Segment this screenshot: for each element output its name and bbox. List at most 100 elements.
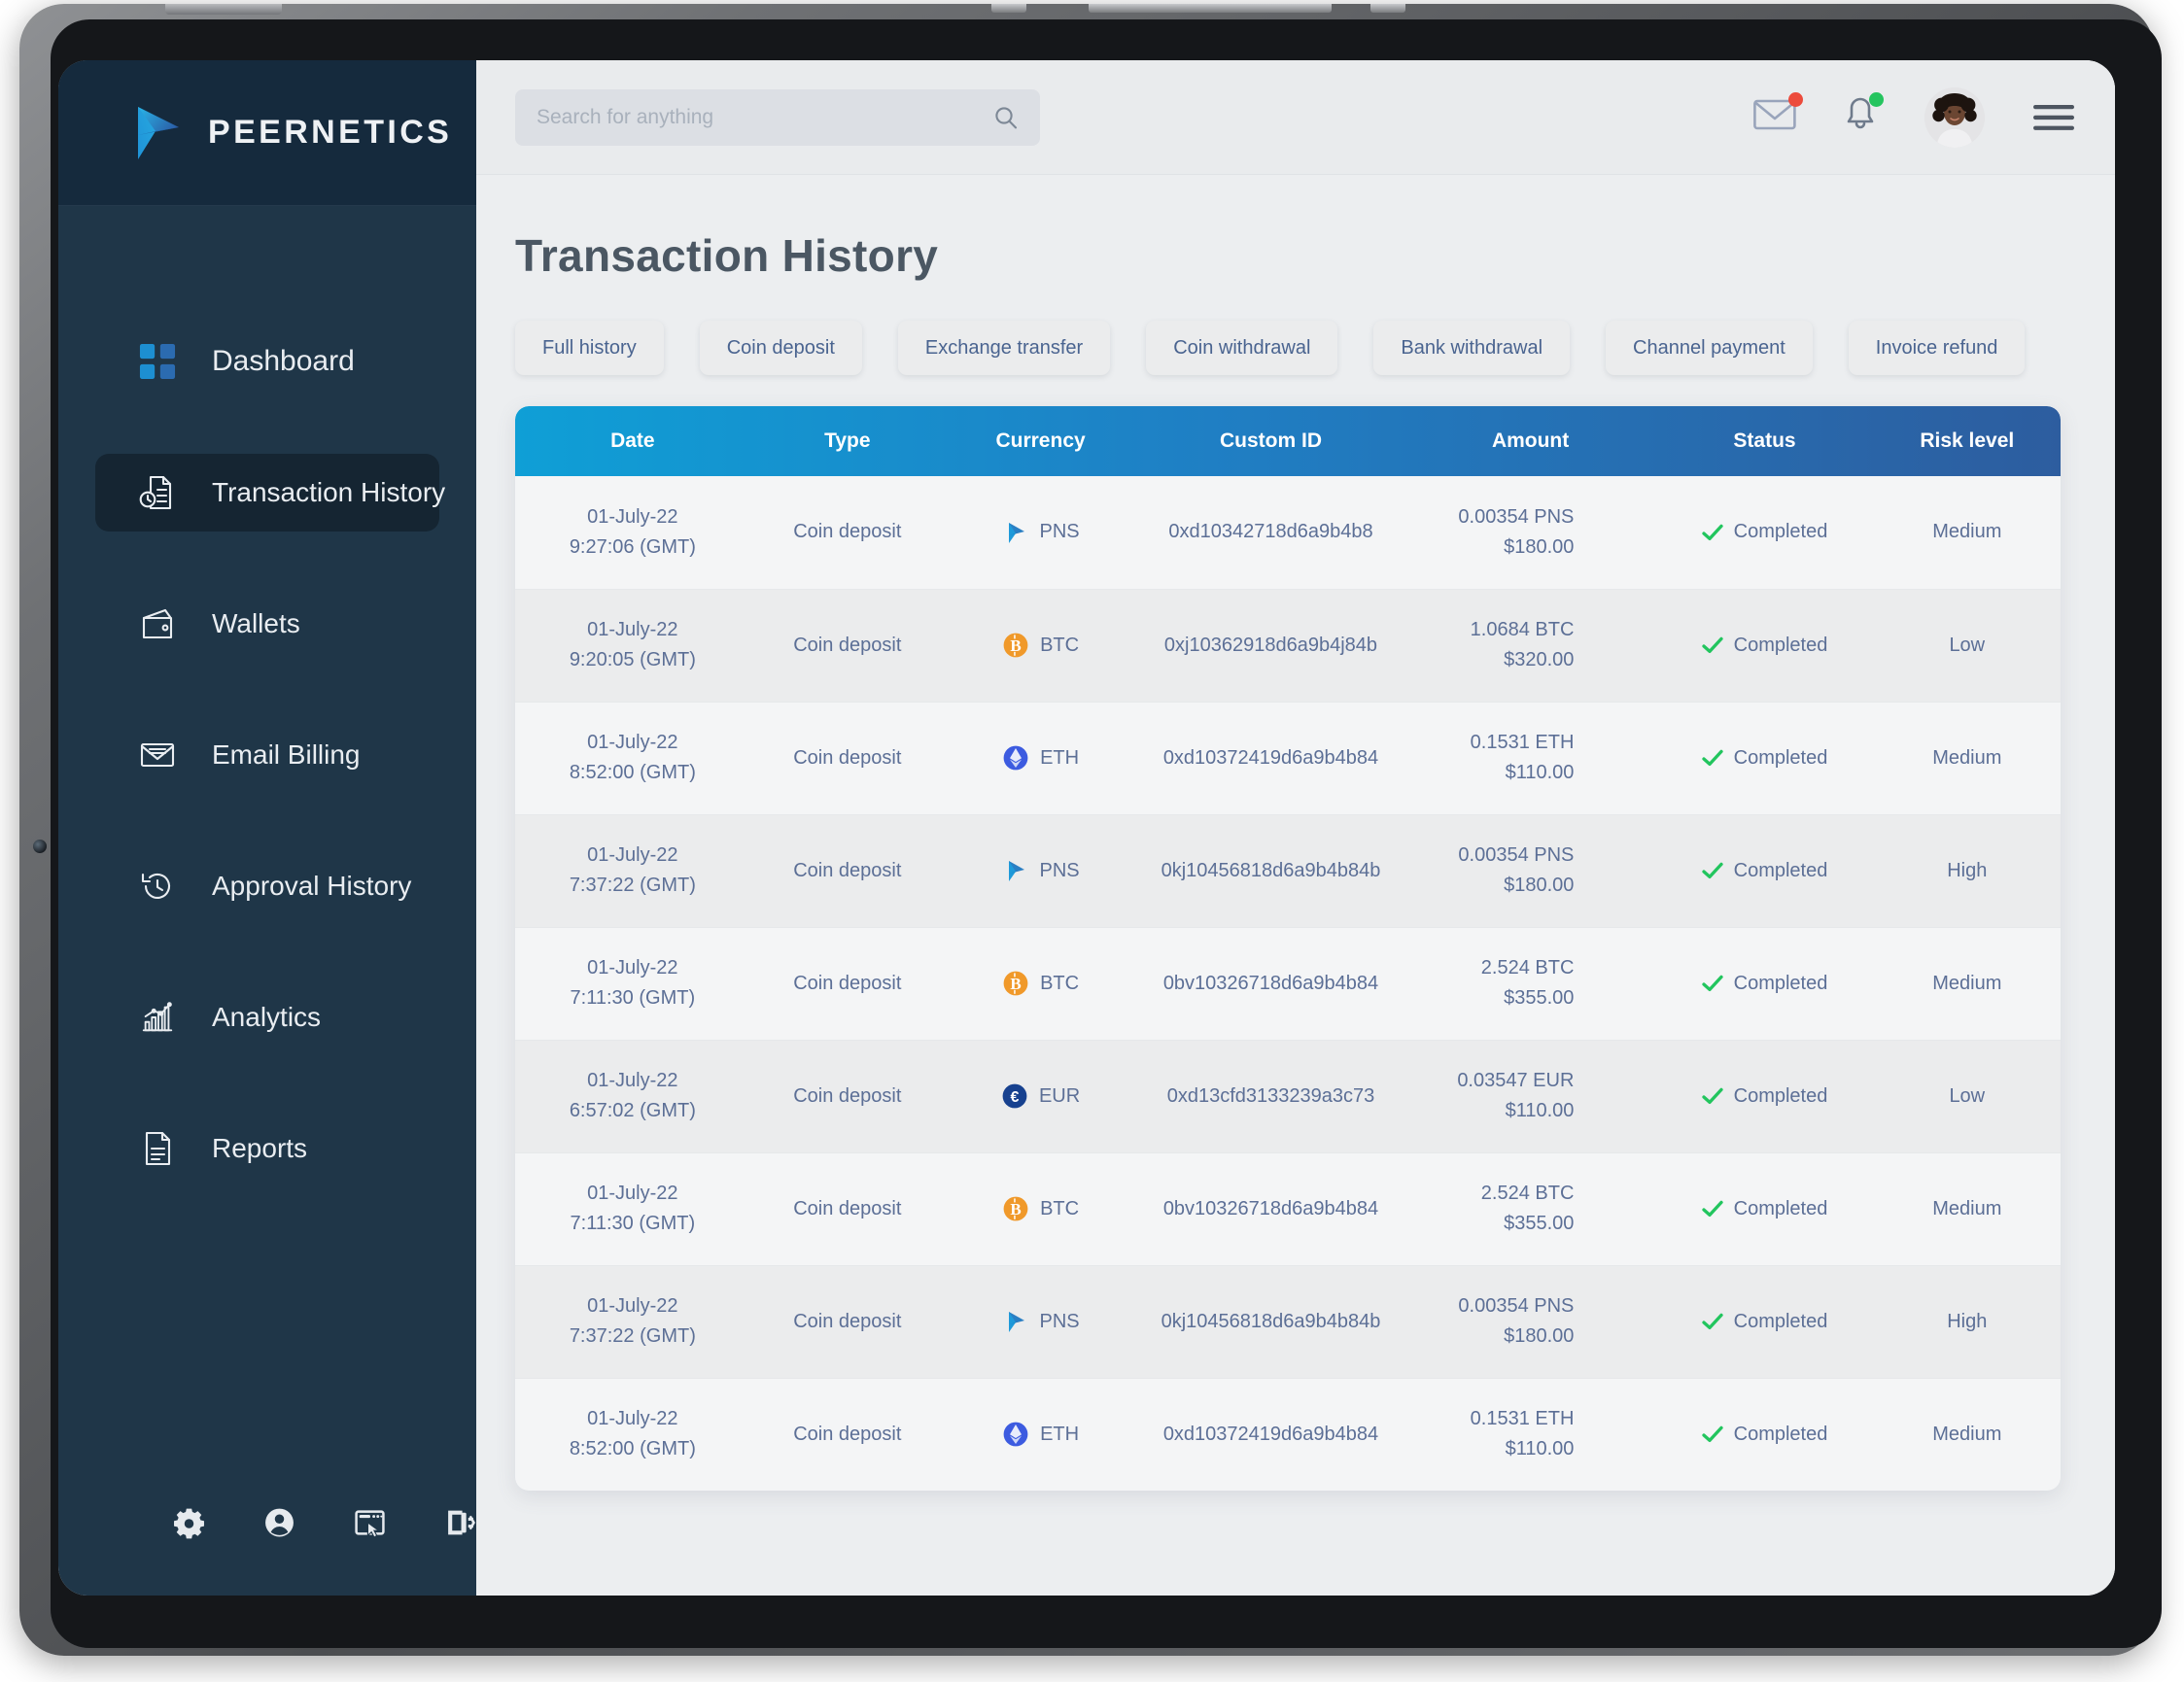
check-icon <box>1701 524 1723 540</box>
row-amount-fiat: $320.00 <box>1504 649 1575 670</box>
sidebar-item-wallets[interactable]: Wallets <box>95 585 439 663</box>
cell-amount: 0.00354 PNS $180.00 <box>1405 476 1656 589</box>
check-icon <box>1701 975 1723 992</box>
check-icon <box>1701 1313 1723 1330</box>
row-time: 6:57:02 (GMT) <box>569 1100 696 1121</box>
row-currency-label: BTC <box>1040 972 1080 994</box>
row-amount-crypto: 1.0684 BTC <box>1470 619 1575 640</box>
svg-text:B: B <box>1010 636 1021 655</box>
row-date: 01-July-22 <box>587 619 678 640</box>
btc-coin-icon: B <box>1003 971 1028 996</box>
column-header-customid[interactable]: Custom ID <box>1136 406 1405 476</box>
svg-text:B: B <box>1010 975 1021 993</box>
cell-type: Coin deposit <box>793 521 902 543</box>
cell-custom-id: 0xd10372419d6a9b4b84 <box>1162 746 1379 769</box>
table-row[interactable]: 01-July-22 9:20:05 (GMT) Coin deposit B BTC 0… <box>515 589 2061 702</box>
cell-status: Completed <box>1655 589 1873 702</box>
tab-coin-withdrawal[interactable]: Coin withdrawal <box>1146 321 1338 375</box>
hamburger-menu-icon[interactable] <box>2033 103 2074 132</box>
file-lines-icon <box>136 1127 179 1170</box>
sidebar-item-dashboard[interactable]: Dashboard <box>95 323 439 400</box>
tab-invoice-refund[interactable]: Invoice refund <box>1848 321 2026 375</box>
row-amount-crypto: 0.00354 PNS <box>1458 844 1575 866</box>
cell-type: Coin deposit <box>793 1423 902 1445</box>
cell-date: 01-July-22 9:27:06 (GMT) <box>515 476 750 589</box>
check-icon <box>1701 1087 1723 1105</box>
cell-custom-id: 0bv10326718d6a9b4b84 <box>1162 972 1379 994</box>
cell-date: 01-July-22 7:37:22 (GMT) <box>515 814 750 927</box>
search-box[interactable] <box>515 88 1040 146</box>
search-input[interactable] <box>537 105 993 129</box>
user-circle-icon[interactable] <box>263 1504 295 1541</box>
cell-status: Completed <box>1655 927 1873 1040</box>
browser-cursor-icon[interactable] <box>354 1504 386 1541</box>
sidebar-item-reports[interactable]: Reports <box>95 1110 439 1187</box>
table-row[interactable]: 01-July-22 8:52:00 (GMT) Coin deposit ETH 0x… <box>515 1378 2061 1491</box>
cell-date: 01-July-22 7:11:30 (GMT) <box>515 1152 750 1265</box>
column-header-date[interactable]: Date <box>515 406 750 476</box>
check-icon <box>1701 636 1723 654</box>
table-row[interactable]: 01-July-22 7:37:22 (GMT) Coin deposit PNS 0k… <box>515 1265 2061 1378</box>
eth-coin-icon <box>1003 745 1028 771</box>
row-amount-fiat: $355.00 <box>1504 1213 1575 1234</box>
grid-squares-icon <box>136 340 179 383</box>
cell-amount: 0.00354 PNS $180.00 <box>1405 1265 1656 1378</box>
cell-currency: B BTC <box>945 1152 1136 1265</box>
cell-currency: € EUR <box>945 1040 1136 1152</box>
table-row[interactable]: 01-July-22 8:52:00 (GMT) Coin deposit ETH 0x… <box>515 702 2061 814</box>
column-header-status[interactable]: Status <box>1655 406 1873 476</box>
avatar[interactable] <box>1924 86 1985 148</box>
mail-button[interactable] <box>1753 92 1803 136</box>
page-title: Transaction History <box>515 230 939 281</box>
wallet-icon <box>136 602 179 645</box>
tab-full-history[interactable]: Full history <box>515 321 664 375</box>
notifications-button[interactable] <box>1845 92 1884 138</box>
gear-icon[interactable] <box>173 1504 205 1541</box>
search-icon[interactable] <box>993 105 1019 130</box>
sidebar-item-email-billing[interactable]: Email Billing <box>95 716 439 794</box>
tab-bank-withdrawal[interactable]: Bank withdrawal <box>1373 321 1571 375</box>
table-row[interactable]: 01-July-22 7:11:30 (GMT) Coin deposit B BTC 0… <box>515 1152 2061 1265</box>
row-currency-label: ETH <box>1040 746 1080 769</box>
row-amount-fiat: $110.00 <box>1505 1100 1575 1121</box>
row-amount-fiat: $110.00 <box>1505 762 1575 783</box>
logout-icon[interactable] <box>444 1504 476 1541</box>
cell-amount: 2.524 BTC $355.00 <box>1405 1152 1656 1265</box>
tab-channel-payment[interactable]: Channel payment <box>1606 321 1813 375</box>
cell-date: 01-July-22 7:11:30 (GMT) <box>515 927 750 1040</box>
column-header-currency[interactable]: Currency <box>945 406 1136 476</box>
row-date: 01-July-22 <box>587 844 678 866</box>
cell-currency: PNS <box>945 1265 1136 1378</box>
column-header-amount[interactable]: Amount <box>1405 406 1656 476</box>
column-header-risk[interactable]: Risk level <box>1874 406 2061 476</box>
clock-rewind-icon <box>136 865 179 908</box>
power-button[interactable] <box>165 4 282 15</box>
volume-button-up[interactable] <box>991 4 1026 13</box>
row-amount-crypto: 0.1531 ETH <box>1470 732 1575 753</box>
sidebar: PEERNETICS Dashboard Transaction History… <box>58 60 476 1596</box>
row-date: 01-July-22 <box>587 1070 678 1091</box>
table-row[interactable]: 01-July-22 7:37:22 (GMT) Coin deposit PNS 0k… <box>515 814 2061 927</box>
volume-button-down[interactable] <box>1370 4 1405 13</box>
sidebar-item-label: Email Billing <box>212 739 361 770</box>
table-row[interactable]: 01-July-22 6:57:02 (GMT) Coin deposit € EUR 0… <box>515 1040 2061 1152</box>
sidebar-item-label: Analytics <box>212 1002 322 1032</box>
status-badge: Completed <box>1655 1311 1873 1333</box>
tab-coin-deposit[interactable]: Coin deposit <box>699 321 862 375</box>
table-row[interactable]: 01-July-22 7:11:30 (GMT) Coin deposit B BTC 0… <box>515 927 2061 1040</box>
sidebar-item-transaction-history[interactable]: Transaction History <box>95 454 445 532</box>
brand-header[interactable]: PEERNETICS <box>58 60 476 206</box>
bar-chart-icon <box>136 996 179 1039</box>
table-row[interactable]: 01-July-22 9:27:06 (GMT) Coin deposit PNS 0x… <box>515 476 2061 589</box>
column-header-type[interactable]: Type <box>750 406 945 476</box>
status-label: Completed <box>1733 859 1828 881</box>
cell-risk-level: Medium <box>1932 521 2002 543</box>
main-area: Transaction History Full history Coin de… <box>476 60 2115 1596</box>
cell-risk-level: High <box>1947 859 1988 881</box>
sidebar-item-approval-history[interactable]: Approval History <box>95 847 439 925</box>
sidebar-item-analytics[interactable]: Analytics <box>95 978 439 1056</box>
tab-exchange-transfer[interactable]: Exchange transfer <box>897 321 1111 375</box>
cell-risk-level: Medium <box>1932 746 2002 769</box>
row-date: 01-July-22 <box>587 505 678 528</box>
status-badge: Completed <box>1655 1424 1873 1446</box>
